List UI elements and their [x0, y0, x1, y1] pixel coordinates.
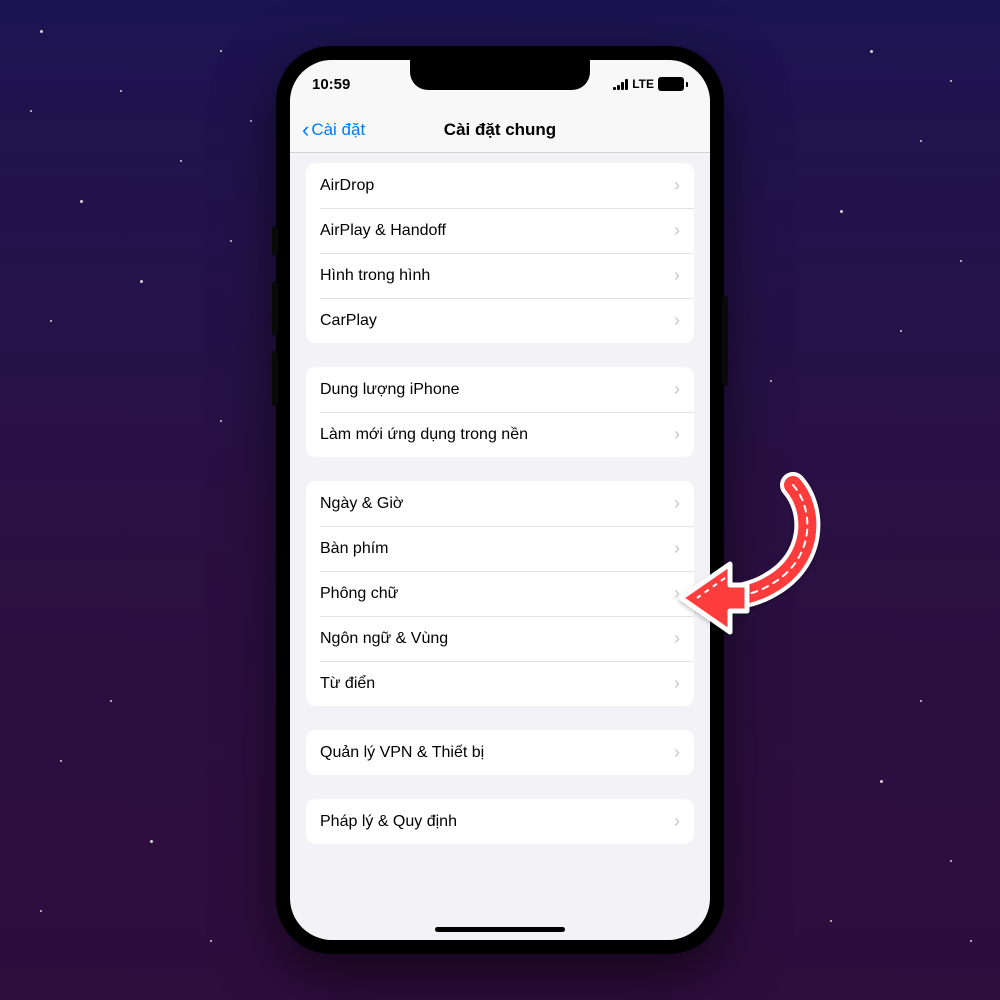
- chevron-right-icon: ›: [674, 811, 680, 832]
- phone-frame: 10:59 LTE 74 ‹ Cài: [276, 46, 724, 954]
- settings-row-phong-chu[interactable]: Phông chữ ›: [306, 571, 694, 616]
- settings-row-carplay[interactable]: CarPlay ›: [306, 298, 694, 343]
- row-label: Ngôn ngữ & Vùng: [320, 630, 448, 648]
- settings-group: Dung lượng iPhone›Làm mới ứng dụng trong…: [306, 367, 694, 457]
- chevron-left-icon: ‹: [302, 119, 309, 141]
- network-label: LTE: [632, 77, 654, 91]
- settings-row-lam-moi-ung-dung-trong-nen[interactable]: Làm mới ứng dụng trong nền ›: [306, 412, 694, 457]
- row-label: AirDrop: [320, 177, 374, 195]
- settings-group: AirDrop›AirPlay & Handoff›Hình trong hìn…: [306, 163, 694, 343]
- battery-icon: 74: [658, 77, 688, 91]
- settings-row-phap-ly-quy-inh[interactable]: Pháp lý & Quy định ›: [306, 799, 694, 844]
- volume-down-button: [272, 351, 278, 406]
- chevron-right-icon: ›: [674, 310, 680, 331]
- notch: [410, 60, 590, 90]
- settings-group: Ngày & Giờ›Bàn phím›Phông chữ›Ngôn ngữ &…: [306, 481, 694, 706]
- settings-row-ngay-gio[interactable]: Ngày & Giờ ›: [306, 481, 694, 526]
- volume-up-button: [272, 281, 278, 336]
- back-label: Cài đặt: [311, 120, 365, 140]
- chevron-right-icon: ›: [674, 424, 680, 445]
- settings-row-hinh-trong-hinh[interactable]: Hình trong hình ›: [306, 253, 694, 298]
- row-label: Từ điển: [320, 675, 375, 693]
- chevron-right-icon: ›: [674, 220, 680, 241]
- settings-row-tu-ien[interactable]: Từ điển ›: [306, 661, 694, 706]
- row-label: Ngày & Giờ: [320, 495, 403, 513]
- row-label: Dung lượng iPhone: [320, 381, 460, 399]
- chevron-right-icon: ›: [674, 538, 680, 559]
- settings-row-airplay-handoff[interactable]: AirPlay & Handoff ›: [306, 208, 694, 253]
- settings-group: Quản lý VPN & Thiết bị ›: [306, 730, 694, 775]
- row-label: AirPlay & Handoff: [320, 222, 446, 240]
- settings-row-ban-phim[interactable]: Bàn phím ›: [306, 526, 694, 571]
- status-time: 10:59: [312, 76, 350, 93]
- settings-row-airdrop[interactable]: AirDrop ›: [306, 163, 694, 208]
- chevron-right-icon: ›: [674, 493, 680, 514]
- row-label: CarPlay: [320, 312, 377, 330]
- chevron-right-icon: ›: [674, 265, 680, 286]
- chevron-right-icon: ›: [674, 673, 680, 694]
- screen: 10:59 LTE 74 ‹ Cài: [290, 60, 710, 940]
- chevron-right-icon: ›: [674, 742, 680, 763]
- power-button: [722, 296, 728, 386]
- row-label: Hình trong hình: [320, 267, 430, 285]
- row-label: Phông chữ: [320, 585, 398, 603]
- chevron-right-icon: ›: [674, 379, 680, 400]
- chevron-right-icon: ›: [674, 583, 680, 604]
- background: 10:59 LTE 74 ‹ Cài: [0, 0, 1000, 1000]
- signal-icon: [613, 79, 628, 90]
- mute-switch: [272, 226, 278, 256]
- settings-row-ngon-ngu-vung[interactable]: Ngôn ngữ & Vùng ›: [306, 616, 694, 661]
- home-indicator[interactable]: [435, 927, 565, 932]
- row-label: Làm mới ứng dụng trong nền: [320, 426, 528, 444]
- settings-list[interactable]: AirDrop›AirPlay & Handoff›Hình trong hìn…: [290, 153, 710, 940]
- row-label: Pháp lý & Quy định: [320, 813, 457, 831]
- chevron-right-icon: ›: [674, 175, 680, 196]
- nav-header: ‹ Cài đặt Cài đặt chung: [290, 108, 710, 153]
- row-label: Bàn phím: [320, 540, 388, 558]
- back-button[interactable]: ‹ Cài đặt: [302, 119, 365, 141]
- settings-row-quan-ly-vpn-thiet-bi[interactable]: Quản lý VPN & Thiết bị ›: [306, 730, 694, 775]
- settings-group: Pháp lý & Quy định ›: [306, 799, 694, 844]
- chevron-right-icon: ›: [674, 628, 680, 649]
- settings-row-dung-luong-iphone[interactable]: Dung lượng iPhone ›: [306, 367, 694, 412]
- row-label: Quản lý VPN & Thiết bị: [320, 744, 484, 762]
